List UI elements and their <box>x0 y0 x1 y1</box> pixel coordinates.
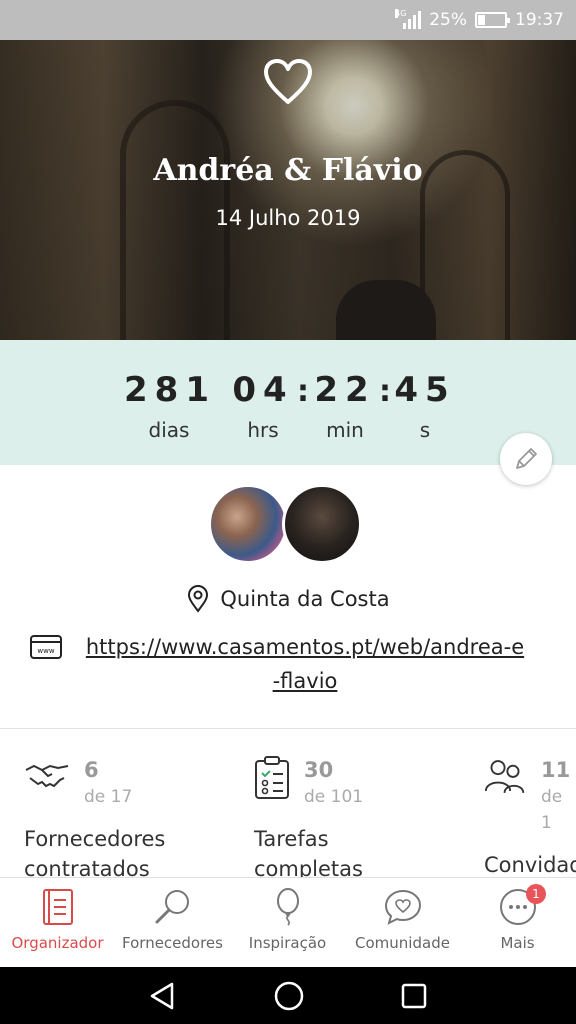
couple-names: Andréa & Flávio <box>153 153 423 188</box>
website-link[interactable]: https://www.casamentos.pt/web/andrea-e -… <box>70 630 540 698</box>
system-navigation-bar <box>0 967 576 1024</box>
couple-avatars[interactable] <box>208 484 362 564</box>
balloon-icon <box>276 888 299 926</box>
stat-label: Tarefas <box>254 827 329 851</box>
venue-name: Quinta da Costa <box>220 587 390 611</box>
location-pin-icon <box>188 585 209 613</box>
web-browser-icon: www <box>30 635 62 659</box>
nav-inspiracao[interactable]: Inspiração <box>230 878 345 967</box>
couple-photo-subject <box>336 280 436 340</box>
countdown-hours: 04 hrs <box>232 370 294 442</box>
guests-total: de 1 <box>540 787 563 833</box>
bottom-navigation: Organizador Fornecedores Inspiração Comu… <box>0 877 576 967</box>
recents-icon[interactable] <box>400 982 428 1010</box>
countdown-seconds: 45 s <box>394 370 456 442</box>
organizer-icon <box>42 889 73 925</box>
clock: 19:37 <box>515 10 564 30</box>
edit-button[interactable] <box>500 433 552 485</box>
avatar[interactable] <box>282 484 362 564</box>
nav-fornecedores[interactable]: Fornecedores <box>115 878 230 967</box>
wedding-date: 14 Julho 2019 <box>215 206 361 230</box>
svg-text:www: www <box>37 647 54 655</box>
countdown-minutes: 22 min <box>314 370 376 442</box>
avatar[interactable] <box>208 484 288 564</box>
notification-badge: 1 <box>526 884 546 904</box>
battery-icon <box>475 12 510 28</box>
stat-label: Fornecedores <box>24 827 166 851</box>
tasks-count: 30 <box>304 758 334 782</box>
wedding-website[interactable]: www https://www.casamentos.pt/web/andrea… <box>30 630 540 698</box>
status-bar: 4G 25% 19:37 <box>0 0 576 40</box>
signal-icon: 4G <box>395 9 422 29</box>
back-icon[interactable] <box>148 981 178 1011</box>
vendors-count: 6 <box>84 758 99 782</box>
guests-count: 11 <box>540 758 571 782</box>
nav-organizador[interactable]: Organizador <box>0 878 115 967</box>
heart-icon <box>264 59 312 104</box>
venue-location[interactable]: Quinta da Costa <box>0 585 576 613</box>
battery-percent: 25% <box>429 10 467 30</box>
handshake-icon <box>25 764 69 788</box>
tasks-total: de 101 <box>304 787 364 807</box>
nav-mais[interactable]: 1 Mais <box>460 878 575 967</box>
search-icon <box>155 890 189 924</box>
checklist-icon <box>255 756 289 799</box>
stat-label: Convidad <box>484 853 576 877</box>
chat-heart-icon <box>384 889 421 925</box>
nav-comunidade[interactable]: Comunidade <box>345 878 460 967</box>
guests-icon <box>484 760 525 794</box>
pencil-icon <box>516 448 537 469</box>
countdown-days: 281 dias <box>124 370 216 442</box>
home-icon[interactable] <box>273 980 305 1012</box>
hero-cover-photo: Andréa & Flávio 14 Julho 2019 <box>0 40 576 340</box>
network-type: 4G <box>395 9 407 18</box>
vendors-total: de 17 <box>84 787 133 807</box>
stat-vendors[interactable]: 6 de 17 Fornecedores contratados <box>24 756 165 884</box>
divider <box>0 728 576 729</box>
stat-tasks[interactable]: 30 de 101 Tarefas completas <box>254 756 363 884</box>
countdown: 281 dias 04 hrs : 22 min : 45 s <box>0 340 576 465</box>
